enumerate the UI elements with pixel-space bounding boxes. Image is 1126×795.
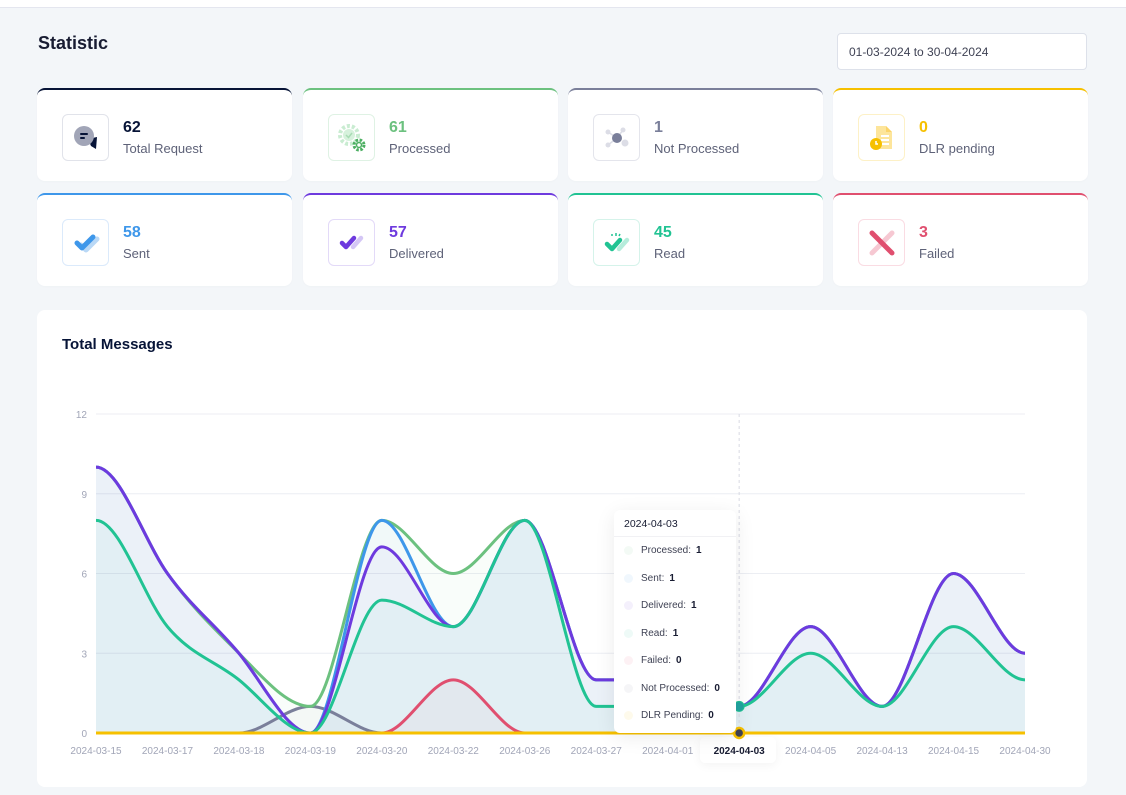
stat-card-failed: 3 Failed <box>833 193 1088 286</box>
double-check-icon <box>328 219 375 266</box>
tooltip-row: Failed: 0 <box>614 647 736 675</box>
stat-card-sent: 58 Sent <box>37 193 292 286</box>
x-tick-label: 2024-03-15 <box>70 746 122 757</box>
legend-dot <box>624 656 633 666</box>
stat-card-total-request: 62 Total Request <box>37 88 292 181</box>
stat-label: Not Processed <box>654 141 740 156</box>
tooltip-value: 0 <box>708 710 714 722</box>
total-messages-chart-card: Total Messages 0 3 6 9 12 2024-03-15 2024-03-1… <box>37 310 1087 787</box>
stat-value: 1 <box>654 119 663 136</box>
tooltip-row: Delivered: 1 <box>614 592 736 620</box>
total-messages-chart[interactable]: 0 3 6 9 12 2024-03-15 2024-03-17 2024-03-18 2024… <box>37 310 1087 787</box>
x-tick-label: 2024-03-26 <box>499 746 551 757</box>
legend-dot <box>624 573 633 583</box>
stat-card-read: 45 Read <box>568 193 823 286</box>
stat-label: Failed <box>919 246 955 261</box>
check-icon <box>62 219 109 266</box>
y-tick-label: 0 <box>81 729 87 740</box>
stat-value: 61 <box>389 119 407 136</box>
stat-label: Processed <box>389 141 451 156</box>
nodes-icon <box>593 114 640 161</box>
read-check-icon <box>593 219 640 266</box>
x-tick-label: 2024-04-03 <box>714 746 766 757</box>
tooltip-title: 2024-04-03 <box>614 510 736 537</box>
gears-icon <box>328 114 375 161</box>
tooltip-value: 1 <box>696 545 702 557</box>
tooltip-label: Not Processed: <box>641 682 710 694</box>
stat-value: 3 <box>919 224 928 241</box>
stat-label: Total Request <box>123 141 203 156</box>
y-tick-label: 12 <box>76 410 88 421</box>
x-tick-label: 2024-03-22 <box>428 746 480 757</box>
tooltip-value: 1 <box>669 572 675 584</box>
tooltip-row: Not Processed: 0 <box>614 675 736 703</box>
legend-dot <box>624 546 633 556</box>
x-tick-label: 2024-03-19 <box>285 746 337 757</box>
y-tick-label: 6 <box>81 570 87 581</box>
tooltip-row: Processed: 1 <box>614 537 736 565</box>
stat-value: 0 <box>919 119 928 136</box>
stat-label: DLR pending <box>919 141 995 156</box>
stat-card-delivered: 57 Delivered <box>303 193 558 286</box>
stat-value: 45 <box>654 224 672 241</box>
legend-dot <box>624 628 633 638</box>
stat-value: 57 <box>389 224 407 241</box>
stat-label: Read <box>654 246 686 261</box>
x-tick-label: 2024-03-18 <box>213 746 265 757</box>
page-title: Statistic <box>38 33 109 53</box>
date-range-picker[interactable]: 01-03-2024 to 30-04-2024 <box>837 33 1087 70</box>
tooltip-label: Sent: <box>641 572 665 584</box>
top-bar <box>0 0 1126 8</box>
stat-value: 58 <box>123 224 141 241</box>
x-tick-label: 2024-04-05 <box>785 746 837 757</box>
series-area-read <box>96 520 1025 733</box>
stat-card-processed: 61 Processed <box>303 88 558 181</box>
tooltip-label: Failed: <box>641 655 672 667</box>
chart-tooltip: 2024-04-03 Processed: 1 Sent: 1 Delivered: 1 R… <box>614 510 736 733</box>
cross-icon <box>858 219 905 266</box>
tooltip-row: Read: 1 <box>614 620 736 648</box>
legend-dot <box>624 683 633 693</box>
tooltip-row: DLR Pending: 0 <box>614 702 736 730</box>
legend-dot <box>624 601 633 611</box>
tooltip-value: 0 <box>676 655 682 667</box>
x-tick-label: 2024-04-30 <box>999 746 1051 757</box>
x-tick-label: 2024-03-17 <box>142 746 194 757</box>
tooltip-label: Processed: <box>641 545 692 557</box>
tooltip-label: DLR Pending: <box>641 710 704 722</box>
tooltip-label: Delivered: <box>641 600 687 612</box>
stat-card-dlr-pending: 0 DLR pending <box>833 88 1088 181</box>
stat-label: Sent <box>123 246 150 261</box>
stat-card-not-processed: 1 Not Processed <box>568 88 823 181</box>
document-clock-icon <box>858 114 905 161</box>
tooltip-label: Read: <box>641 627 668 639</box>
tooltip-value: 0 <box>714 682 720 694</box>
x-tick-label: 2024-04-15 <box>928 746 980 757</box>
chat-bubbles-icon <box>62 114 109 161</box>
active-point-marker <box>732 726 746 740</box>
y-tick-label: 9 <box>81 490 87 501</box>
tooltip-row: Sent: 1 <box>614 565 736 593</box>
x-tick-label: 2024-03-20 <box>356 746 408 757</box>
legend-dot <box>624 711 633 721</box>
x-tick-label: 2024-04-13 <box>856 746 908 757</box>
stat-value: 62 <box>123 119 141 136</box>
x-tick-label: 2024-03-27 <box>571 746 623 757</box>
tooltip-value: 1 <box>691 600 697 612</box>
stat-label: Delivered <box>389 246 444 261</box>
y-tick-label: 3 <box>81 649 87 660</box>
x-tick-label: 2024-04-01 <box>642 746 694 757</box>
tooltip-value: 1 <box>672 627 679 639</box>
